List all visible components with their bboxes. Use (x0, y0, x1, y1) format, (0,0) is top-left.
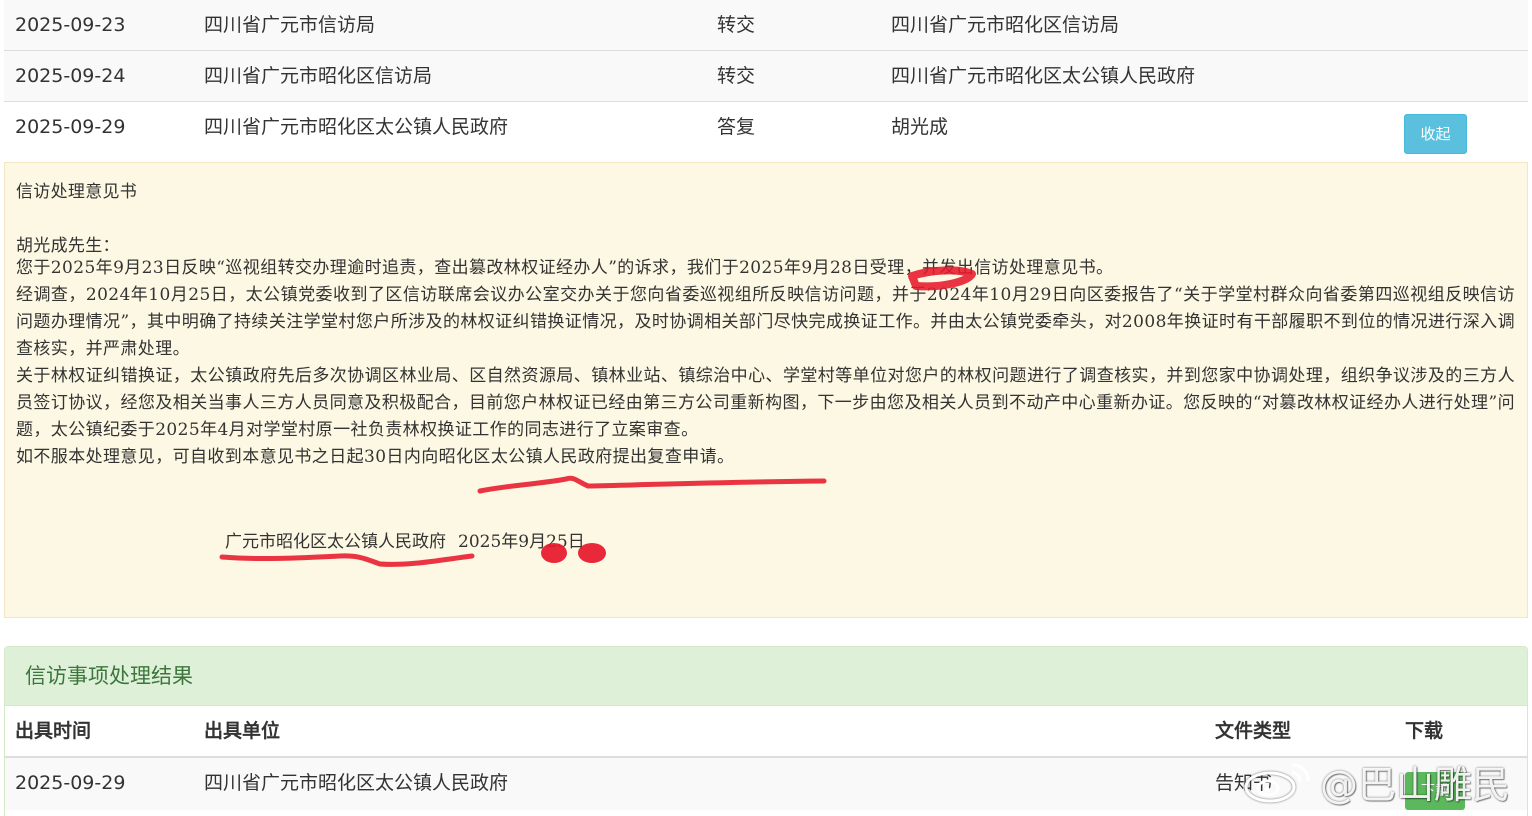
column-header-time: 出具时间 (15, 720, 92, 742)
flow-from-org: 四川省广元市信访局 (204, 14, 376, 36)
result-time: 2025-09-29 (15, 772, 126, 794)
opinion-paragraph: 经调查，2024年10月25日，太公镇党委收到了区信访联席会议办公室交办关于您向… (16, 285, 1515, 359)
flow-date: 2025-09-23 (15, 14, 126, 36)
flow-date: 2025-09-29 (15, 116, 126, 138)
flow-to-org: 四川省广元市昭化区太公镇人民政府 (891, 65, 1196, 87)
column-header-type: 文件类型 (1215, 720, 1292, 742)
opinion-paragraph: 如不服本处理意见，可自收到本意见书之日起30日内向昭化区太公镇人民政府提出复查申… (16, 447, 735, 467)
flow-row: 2025-09-24 四川省广元市昭化区信访局 转交 四川省广元市昭化区太公镇人… (4, 51, 1528, 102)
result-heading: 信访事项处理结果 (5, 647, 1527, 706)
opinion-title: 信访处理意见书 (16, 182, 138, 202)
flow-action: 转交 (717, 14, 756, 36)
flow-from-org: 四川省广元市昭化区信访局 (204, 65, 433, 87)
result-table-header: 出具时间 出具单位 文件类型 下载 (5, 706, 1527, 758)
column-header-org: 出具单位 (204, 720, 281, 742)
flow-to-org: 胡光成 (891, 116, 949, 138)
petition-detail-page: 2025-09-23 四川省广元市信访局 转交 四川省广元市昭化区信访局 202… (0, 0, 1532, 816)
column-header-download: 下载 (1405, 720, 1444, 742)
result-org: 四川省广元市昭化区太公镇人民政府 (204, 772, 509, 794)
flow-action: 转交 (717, 65, 756, 87)
collapse-button[interactable]: 收起 (1404, 114, 1467, 154)
flow-from-org: 四川省广元市昭化区太公镇人民政府 (204, 116, 509, 138)
signature-org: 广元市昭化区太公镇人民政府 (225, 532, 446, 552)
flow-action: 答复 (717, 116, 756, 138)
weibo-logo-icon (1244, 763, 1310, 803)
flow-row: 2025-09-23 四川省广元市信访局 转交 四川省广元市昭化区信访局 (4, 0, 1528, 51)
signature: 广元市昭化区太公镇人民政府 2025年9月25日 (225, 527, 585, 552)
flow-to-org: 四川省广元市昭化区信访局 (891, 14, 1120, 36)
watermark: @巴山雕民 (1240, 756, 1511, 807)
opinion-paragraph: 关于林权证纠错换证，太公镇政府先后多次协调区林业局、区自然资源局、镇林业站、镇综… (16, 366, 1515, 440)
flow-table: 2025-09-23 四川省广元市信访局 转交 四川省广元市昭化区信访局 202… (4, 0, 1528, 163)
signature-date: 2025年9月25日 (458, 532, 585, 552)
opinion-paragraph: 您于2025年9月23日反映“巡视组转交办理逾时追责，查出篡改林权证经办人”的诉… (16, 258, 1114, 278)
opinion-letter-panel: 信访处理意见书 胡光成先生： 您于2025年9月23日反映“巡视组转交办理逾时追… (4, 162, 1528, 618)
watermark-text: @巴山雕民 (1320, 762, 1511, 807)
flow-row: 2025-09-29 四川省广元市昭化区太公镇人民政府 答复 胡光成 收起 (4, 102, 1528, 163)
flow-date: 2025-09-24 (15, 65, 126, 87)
opinion-salutation: 胡光成先生： (16, 236, 120, 256)
